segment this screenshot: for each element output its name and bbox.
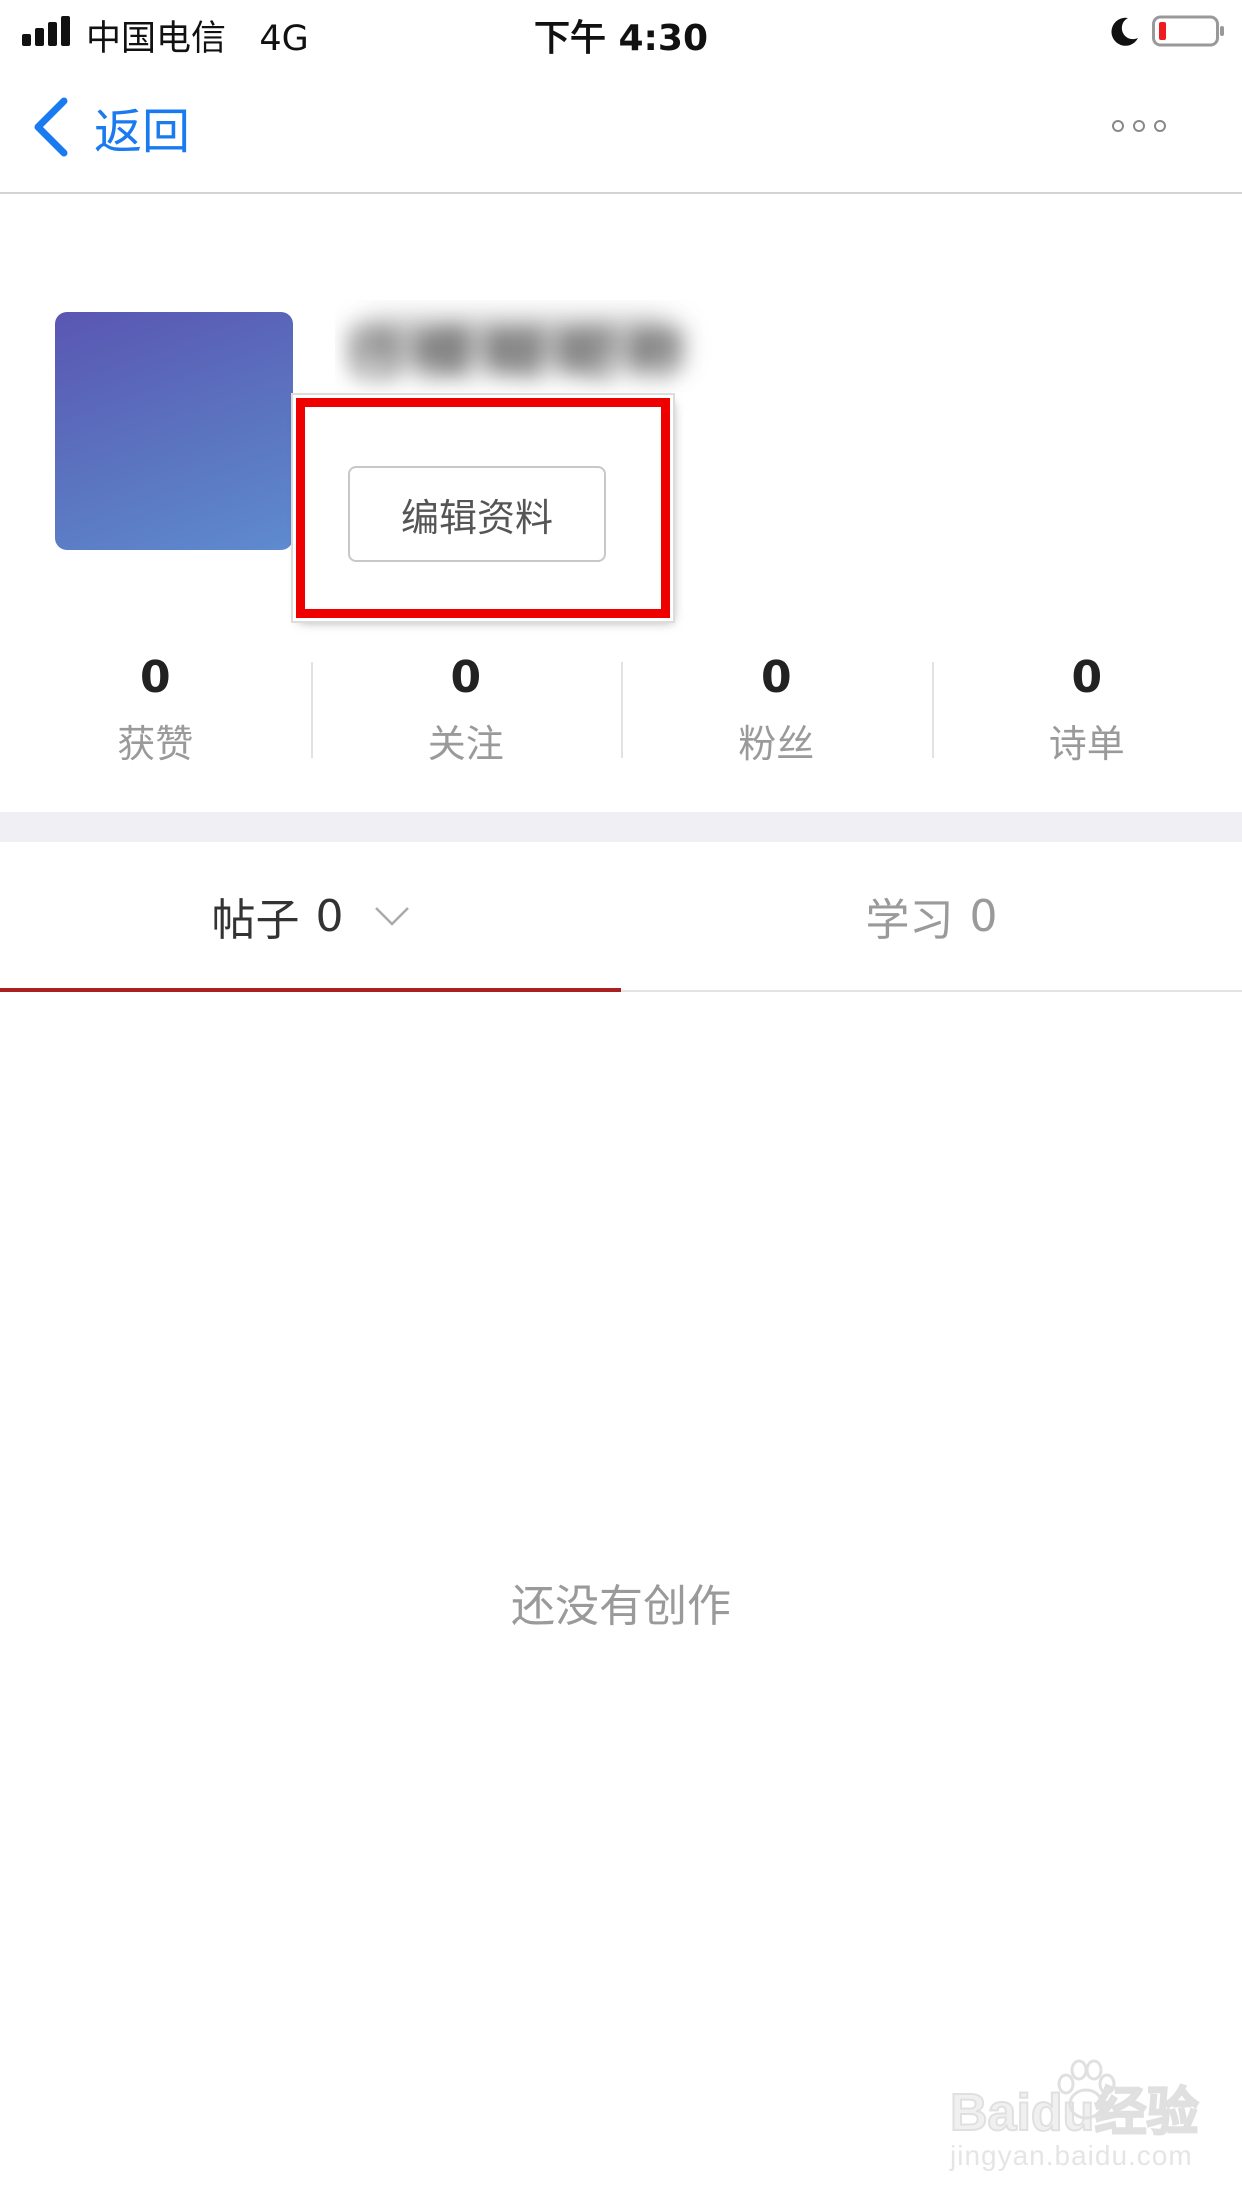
watermark-url: jingyan.baidu.com xyxy=(950,2140,1193,2171)
stat-label: 关注 xyxy=(427,722,504,766)
stat-value: 0 xyxy=(450,652,482,703)
stat-value: 0 xyxy=(760,652,792,703)
more-dots-icon[interactable] xyxy=(1112,114,1176,138)
status-time: 下午 4:30 xyxy=(533,18,709,59)
tab-label: 学习 xyxy=(865,895,954,946)
chevron-down-icon[interactable] xyxy=(374,905,410,927)
nav-bar: 返回 xyxy=(0,62,1242,194)
stat-value: 0 xyxy=(139,652,171,703)
status-bar: 中国电信 4G 下午 4:30 xyxy=(0,0,1242,62)
username-blurred: 已 模 糊 昵 称 xyxy=(335,300,775,392)
tab-study[interactable]: 学习 0 xyxy=(621,842,1242,990)
section-divider xyxy=(0,812,1242,842)
avatar[interactable] xyxy=(55,312,293,550)
edit-profile-button[interactable]: 编辑资料 xyxy=(348,466,606,562)
tab-count: 0 xyxy=(969,890,998,942)
baidu-watermark: Baidu经验 jingyan.baidu.com xyxy=(949,2059,1200,2190)
stat-label: 获赞 xyxy=(117,722,194,766)
back-label: 返回 xyxy=(94,104,191,160)
stat-following[interactable]: 0 关注 xyxy=(310,640,622,770)
paw-icon xyxy=(1057,2059,1116,2120)
stats-row: 0 获赞 0 关注 0 粉丝 0 诗单 xyxy=(0,640,1242,770)
active-tab-indicator xyxy=(0,988,621,992)
stat-value: 0 xyxy=(1071,652,1103,703)
chevron-left-icon xyxy=(34,97,68,157)
moon-icon xyxy=(1111,17,1138,46)
tab-posts[interactable]: 帖子 0 xyxy=(0,842,621,992)
stat-likes[interactable]: 0 获赞 xyxy=(0,640,311,770)
tab-count: 0 xyxy=(315,890,344,942)
battery-icon xyxy=(1152,15,1224,47)
stat-label: 粉丝 xyxy=(738,722,815,766)
empty-state-message: 还没有创作 xyxy=(511,1581,731,1632)
stat-followers[interactable]: 0 粉丝 xyxy=(621,640,932,770)
stat-poem-lists[interactable]: 0 诗单 xyxy=(931,640,1242,770)
stat-label: 诗单 xyxy=(1048,722,1125,766)
tab-label: 帖子 xyxy=(211,895,300,946)
back-button[interactable]: 返回 xyxy=(30,92,190,162)
content-tabs: 帖子 0 学习 0 xyxy=(0,842,1242,992)
